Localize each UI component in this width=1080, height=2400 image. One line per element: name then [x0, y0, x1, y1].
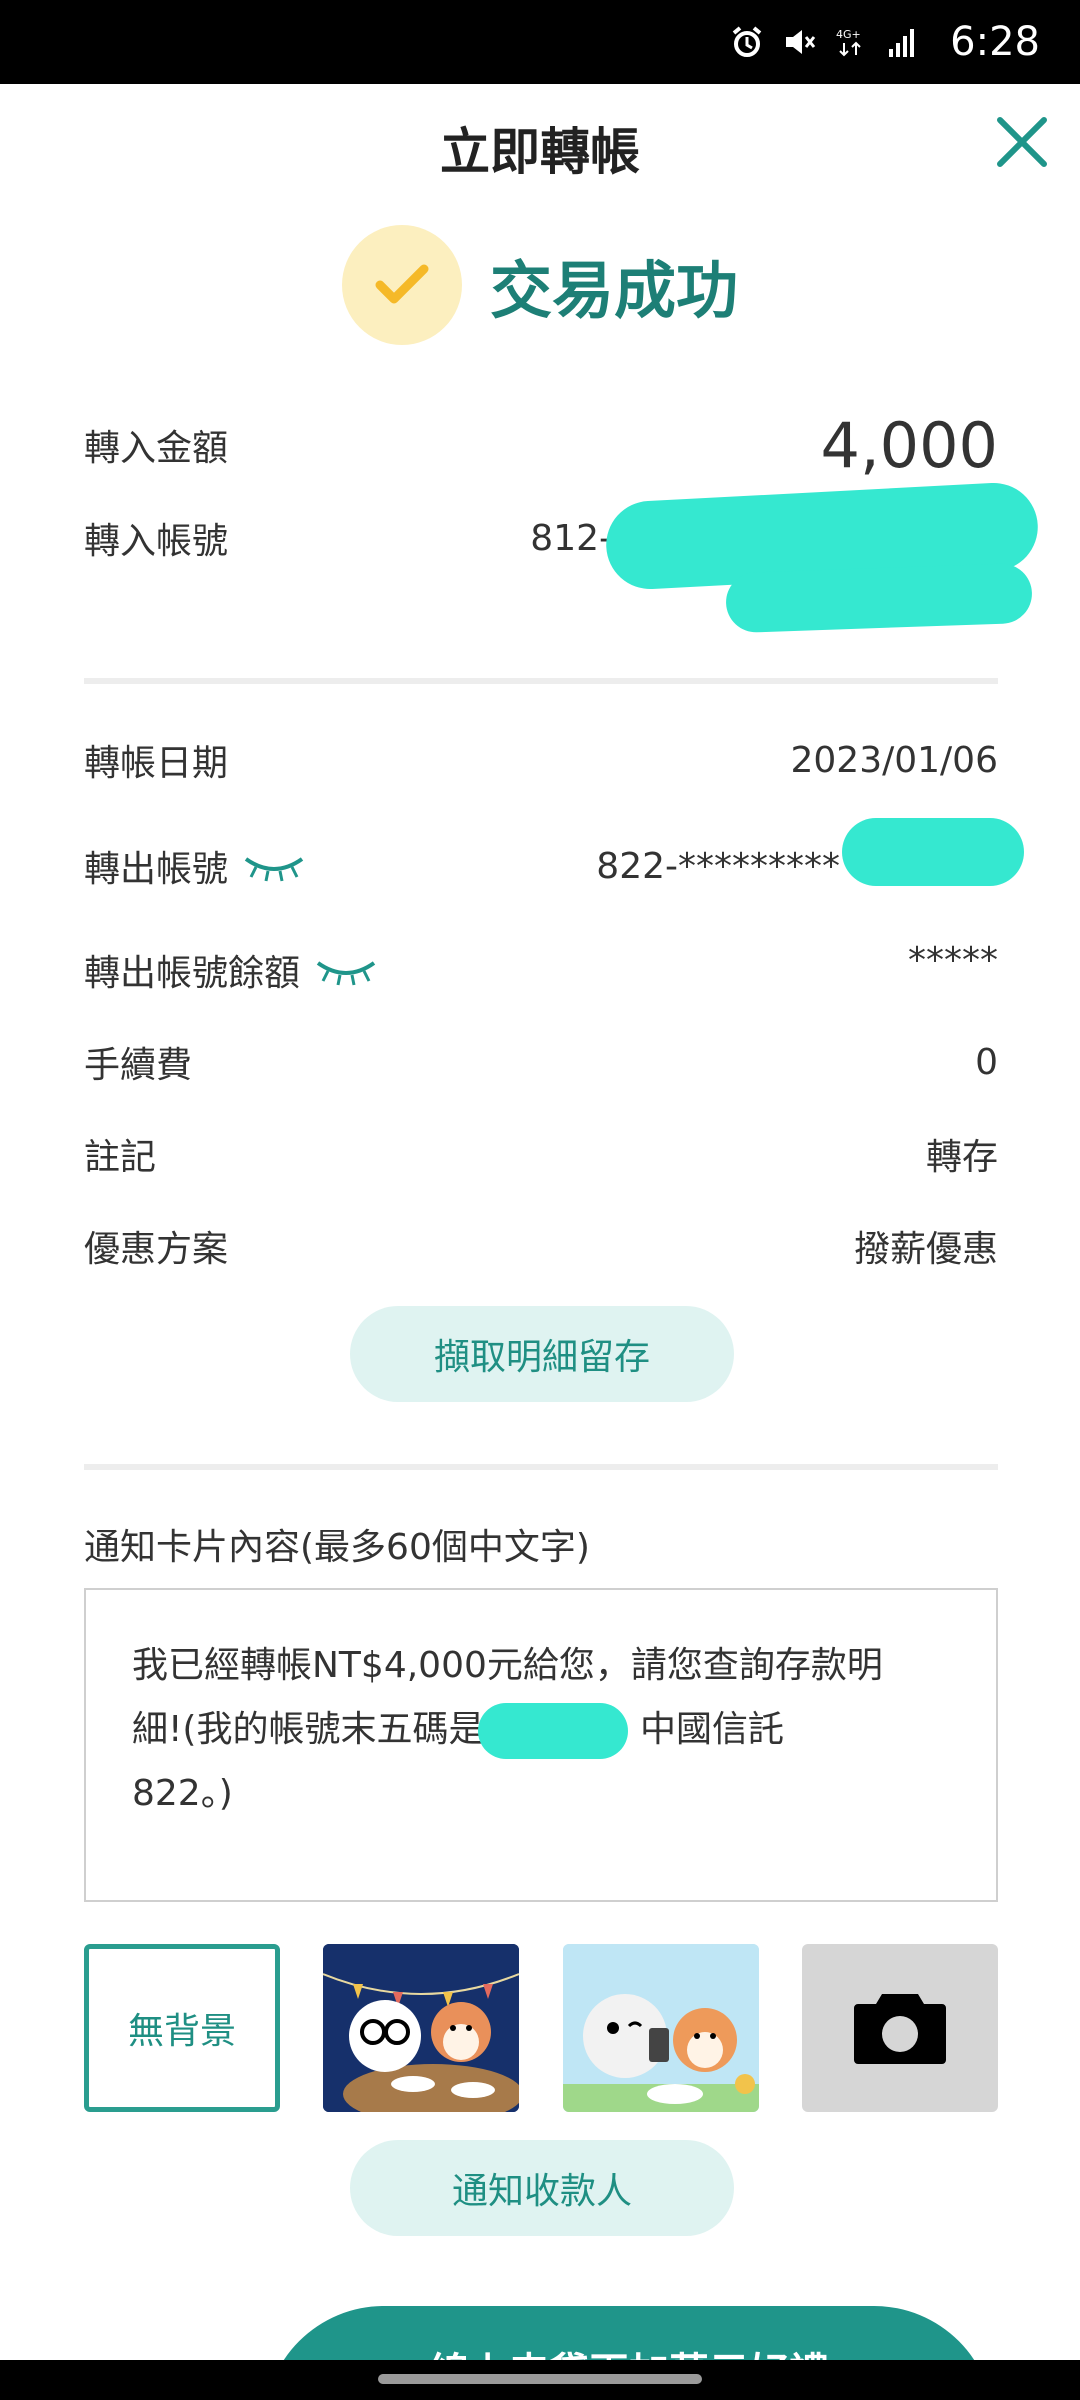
promo-value: 撥薪優惠: [853, 1229, 998, 1270]
eye-closed-icon[interactable]: [242, 849, 306, 883]
camera-icon: [853, 1994, 946, 2064]
status-bar: 4G+ 6:28: [0, 0, 1080, 84]
amount-row: 轉入金額 4,000: [84, 408, 999, 482]
message-line: 822。): [132, 1773, 233, 1814]
divider: [84, 1464, 998, 1470]
message-line-part: 細!(我的帳號末五碼是: [132, 1709, 485, 1750]
from-account-label-group: 轉出帳號: [84, 840, 306, 892]
memo-row: 註記 轉存: [84, 1124, 998, 1184]
from-account-label: 轉出帳號: [84, 849, 229, 890]
transfer-date-row: 轉帳日期 2023/01/06: [84, 730, 998, 790]
mute-icon: [782, 25, 816, 59]
header: 立即轉帳: [0, 84, 1080, 200]
close-button[interactable]: [992, 112, 1052, 172]
memo-value: 轉存: [925, 1137, 998, 1178]
promo-label: 優惠方案: [84, 1229, 229, 1270]
network-label: 4G+: [836, 28, 861, 41]
divider: [84, 678, 998, 684]
recipient-account-label: 轉入帳號: [84, 521, 229, 562]
notification-message-input[interactable]: 我已經轉帳NT$4,000元給您，請您查詢存款明 細!(我的帳號末五碼是 中國信…: [84, 1588, 998, 1902]
day-phone-illustration: [562, 1944, 759, 2112]
fee-row: 手續費 0: [84, 1032, 998, 1092]
save-details-button[interactable]: 擷取明細留存: [350, 1306, 734, 1402]
transfer-date-value: 2023/01/06: [790, 739, 999, 781]
redaction-mark: [725, 562, 1033, 634]
fee-label: 手續費: [84, 1045, 193, 1086]
success-banner: 交易成功: [0, 224, 1080, 346]
page-title: 立即轉帳: [440, 123, 640, 181]
message-line: 細!(我的帳號末五碼是 中國信託: [132, 1698, 950, 1762]
balance-label: 轉出帳號餘額: [84, 953, 301, 994]
notification-label: 通知卡片內容(最多60個中文字): [84, 1527, 590, 1568]
recipient-account-value: 812-: [530, 517, 612, 559]
fee-value: 0: [975, 1041, 998, 1083]
message-line: 我已經轉帳NT$4,000元給您，請您查詢存款明: [132, 1645, 883, 1686]
check-icon: [375, 264, 429, 304]
redaction-mark: [478, 1703, 629, 1759]
status-icons: 4G+ 6:28: [730, 0, 1040, 84]
balance-label-group: 轉出帳號餘額: [84, 944, 378, 996]
close-icon: [997, 117, 1047, 167]
notify-recipient-button[interactable]: 通知收款人: [350, 2140, 734, 2236]
success-text: 交易成功: [489, 254, 738, 327]
background-option-camera[interactable]: [801, 1944, 998, 2112]
success-circle: [341, 225, 462, 345]
navigation-bar: [0, 2360, 1080, 2400]
background-none-label: 無背景: [127, 2011, 236, 2052]
background-option-night[interactable]: [323, 1944, 520, 2112]
memo-label: 註記: [84, 1137, 157, 1178]
message-line-part: 中國信託: [639, 1709, 784, 1750]
card-background-options: 無背景: [84, 1944, 998, 2112]
from-account-value: 822-*********: [596, 845, 840, 887]
network-4g-icon: 4G+: [834, 25, 868, 59]
redaction-mark: [842, 818, 1024, 886]
promo-row: 優惠方案 撥薪優惠: [84, 1216, 998, 1276]
balance-row: 轉出帳號餘額 *****: [84, 940, 998, 1000]
background-option-none[interactable]: 無背景: [84, 1944, 280, 2112]
night-party-illustration: [323, 1944, 520, 2112]
amount-value: 4,000: [820, 408, 999, 482]
alarm-icon: [730, 25, 764, 59]
home-handle[interactable]: [378, 2374, 702, 2384]
status-time: 6:28: [950, 19, 1040, 65]
transfer-date-label: 轉帳日期: [84, 743, 229, 784]
eye-closed-icon[interactable]: [314, 953, 378, 987]
balance-value: *****: [908, 940, 998, 981]
background-option-day[interactable]: [562, 1944, 759, 2112]
amount-label: 轉入金額: [84, 428, 229, 469]
signal-icon: [886, 25, 920, 59]
